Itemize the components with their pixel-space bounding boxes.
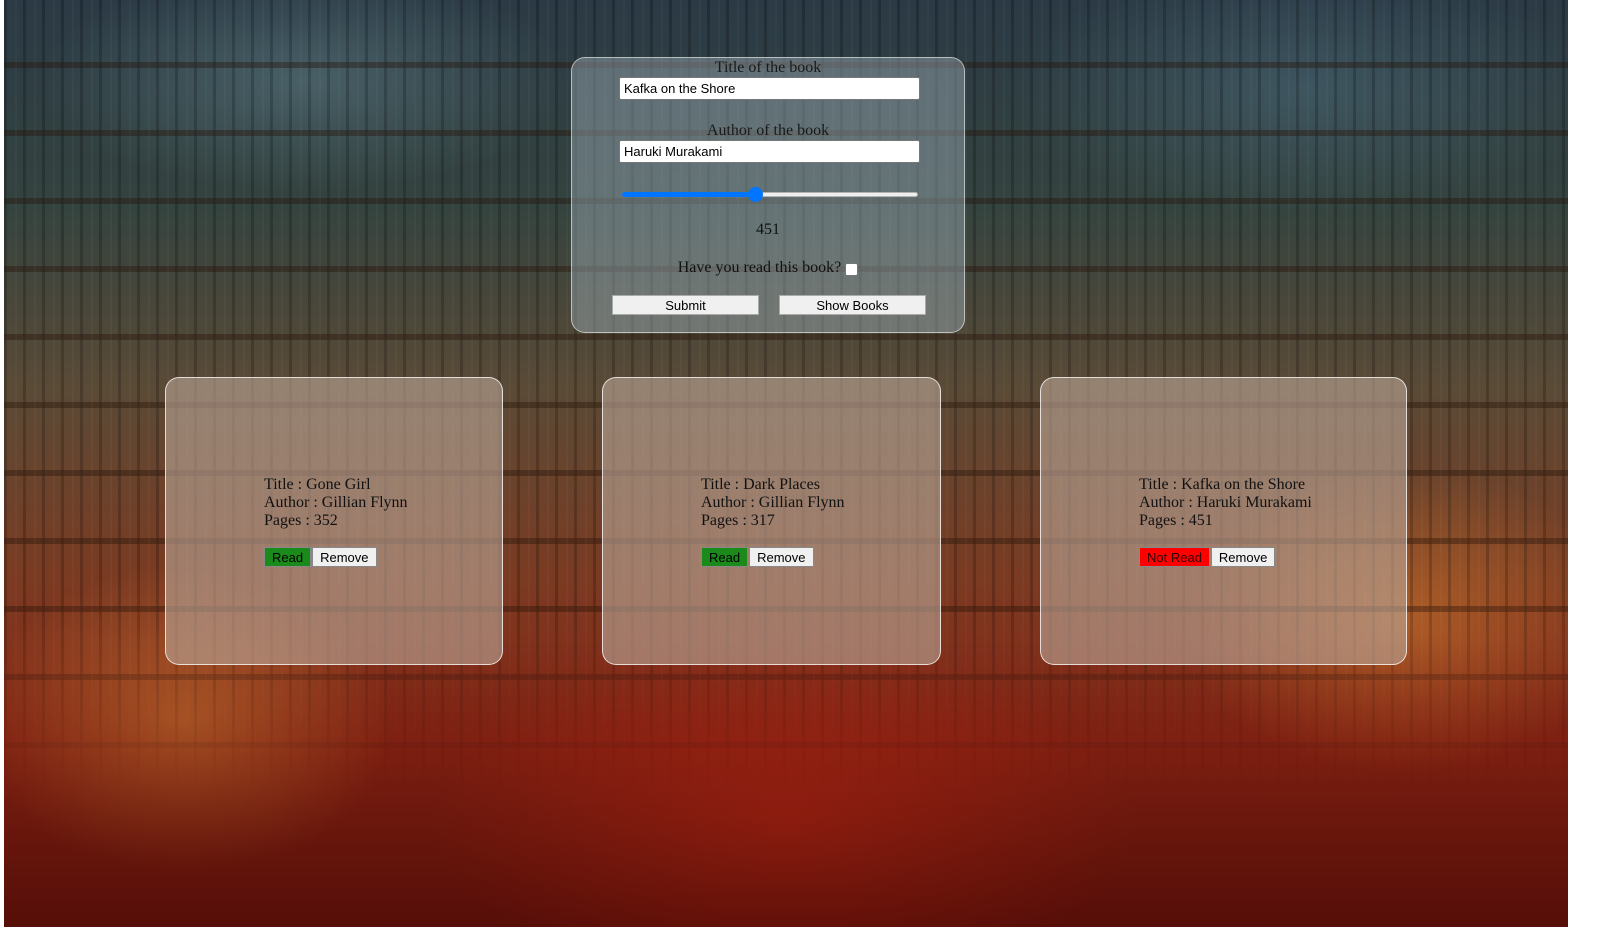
- book-pages: Pages : 451: [1139, 512, 1213, 529]
- book-card: Title : Dark Places Author : Gillian Fly…: [602, 377, 941, 665]
- read-question-label: Have you read this book?: [677, 259, 842, 276]
- book-pages: Pages : 317: [701, 512, 775, 529]
- book-info: Title : Dark Places Author : Gillian Fly…: [701, 476, 845, 530]
- book-title: Title : Dark Places: [701, 476, 820, 493]
- floor-shade: [4, 640, 1568, 927]
- add-book-form: Title of the book Author of the book 451…: [571, 57, 965, 333]
- pages-slider[interactable]: [622, 184, 918, 204]
- remove-button[interactable]: Remove: [312, 547, 377, 567]
- remove-button[interactable]: Remove: [749, 547, 814, 567]
- remove-button[interactable]: Remove: [1210, 547, 1276, 567]
- read-status-button[interactable]: Read: [701, 547, 749, 567]
- book-title: Title : Kafka on the Shore: [1139, 476, 1306, 493]
- book-author: Author : Gillian Flynn: [701, 494, 845, 511]
- book-title: Title : Gone Girl: [264, 476, 371, 493]
- read-status-button[interactable]: Read: [264, 547, 312, 567]
- book-card: Title : Kafka on the Shore Author : Haru…: [1040, 377, 1407, 665]
- book-info: Title : Gone Girl Author : Gillian Flynn…: [264, 476, 408, 530]
- book-actions: Not Read Remove: [1139, 547, 1276, 567]
- author-input[interactable]: [619, 140, 920, 163]
- read-checkbox[interactable]: [845, 262, 859, 276]
- book-card: Title : Gone Girl Author : Gillian Flynn…: [165, 377, 503, 665]
- book-pages: Pages : 352: [264, 512, 338, 529]
- book-info: Title : Kafka on the Shore Author : Haru…: [1139, 476, 1312, 530]
- title-label: Title of the book: [714, 59, 822, 76]
- read-question-row: Have you read this book?: [572, 259, 964, 277]
- book-actions: Read Remove: [264, 547, 377, 567]
- author-label: Author of the book: [706, 122, 830, 139]
- submit-button[interactable]: Submit: [612, 295, 759, 315]
- book-author: Author : Haruki Murakami: [1139, 494, 1312, 511]
- not-read-status-button[interactable]: Not Read: [1139, 547, 1210, 567]
- pages-value: 451: [756, 221, 780, 238]
- slider-thumb[interactable]: [748, 187, 764, 202]
- show-books-button[interactable]: Show Books: [779, 295, 926, 315]
- book-actions: Read Remove: [701, 547, 814, 567]
- title-input[interactable]: [619, 77, 920, 100]
- slider-fill: [622, 192, 756, 197]
- book-author: Author : Gillian Flynn: [264, 494, 408, 511]
